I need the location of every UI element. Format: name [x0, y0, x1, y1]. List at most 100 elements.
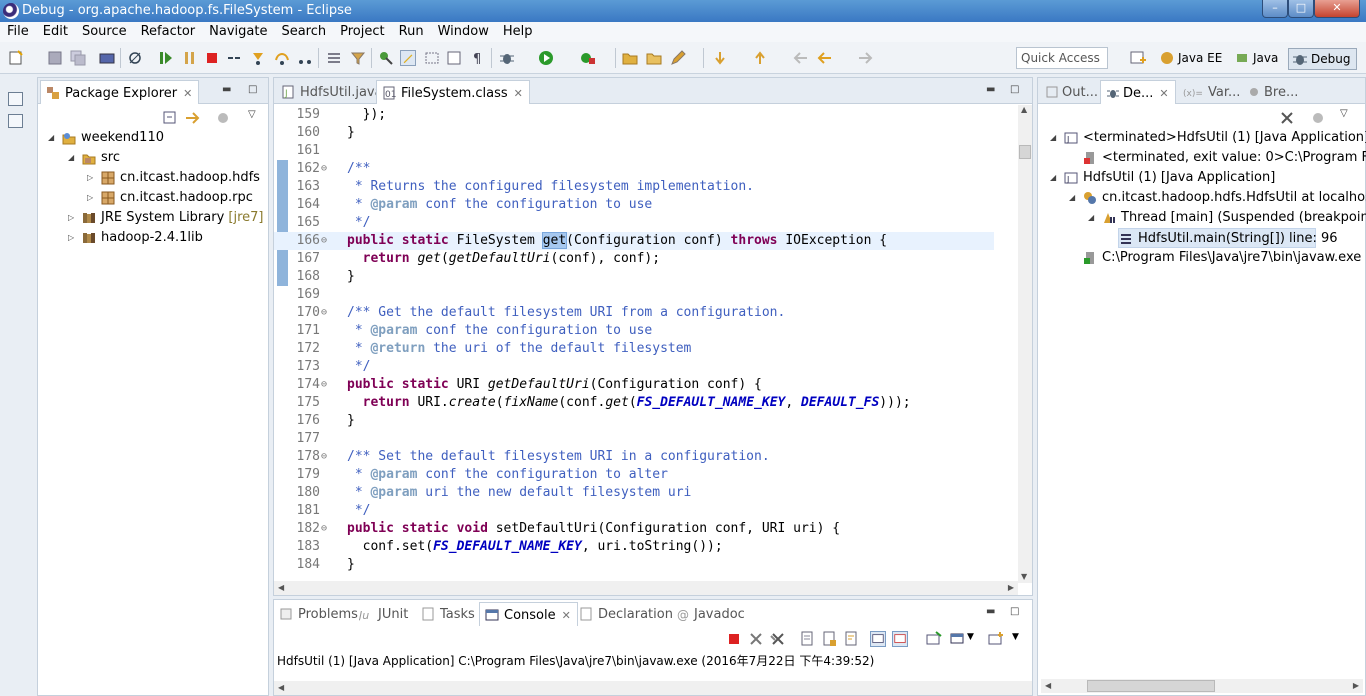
last-edit-icon[interactable]	[793, 50, 809, 66]
scroll-down-icon[interactable]: ▼	[1021, 572, 1027, 581]
code-line[interactable]: 164 * @param conf the configuration to u…	[274, 196, 994, 214]
code-line[interactable]: 162 ⊖ /**	[274, 160, 994, 178]
chevron-right-icon[interactable]: ▷	[68, 228, 74, 248]
code-line[interactable]: 169	[274, 286, 994, 304]
minimize-icon[interactable]: ▬	[222, 85, 232, 95]
view-menu-filter-icon[interactable]	[1311, 110, 1327, 126]
code-line[interactable]: 175 return URI.create(fixName(conf.get(F…	[274, 394, 994, 412]
code-line[interactable]: 166 ⊖ public static FileSystem get(Configu…	[274, 232, 994, 250]
close-icon[interactable]: ✕	[562, 609, 571, 622]
code-line[interactable]: 172 * @return the uri of the default fil…	[274, 340, 994, 358]
close-icon[interactable]: ✕	[1159, 87, 1168, 100]
fold-toggle-icon[interactable]: ⊖	[321, 304, 327, 322]
step-over-icon[interactable]	[274, 50, 290, 66]
editor-horizontal-scrollbar[interactable]: ◀ ▶	[274, 581, 1018, 595]
code-line[interactable]: 176}	[274, 412, 994, 430]
new-icon[interactable]	[8, 50, 24, 66]
fold-toggle-icon[interactable]: ⊖	[321, 520, 327, 538]
scroll-thumb[interactable]	[1087, 680, 1215, 692]
save-icon[interactable]	[47, 50, 63, 66]
link-with-editor-icon[interactable]	[184, 111, 200, 125]
code-line[interactable]: 160}	[274, 124, 994, 142]
tab-filesystem-class[interactable]: 01 FileSystem.class ✕	[376, 80, 530, 104]
chevron-right-icon[interactable]: ▷	[87, 168, 93, 188]
scroll-thumb[interactable]	[1019, 145, 1031, 159]
code-line[interactable]: 178 ⊖ /** Set the default filesystem URI i…	[274, 448, 994, 466]
chevron-down-icon[interactable]: ◢	[68, 148, 74, 168]
code-line[interactable]: 171 * @param conf the configuration to u…	[274, 322, 994, 340]
menu-refactor[interactable]: Refactor	[134, 22, 203, 39]
debug-tree-stack-frame[interactable]: HdfsUtil.main(String[]) line: 96	[1118, 228, 1338, 248]
scroll-right-icon[interactable]: ▶	[1353, 681, 1359, 690]
view-menu-icon[interactable]: ▽	[248, 109, 256, 120]
forward-icon[interactable]	[857, 50, 873, 66]
minimize-icon[interactable]: ▬	[986, 607, 996, 617]
tab-javadoc[interactable]: @ Javadoc	[670, 602, 751, 626]
external-tools-icon[interactable]	[579, 50, 595, 66]
menu-file[interactable]: File	[0, 22, 36, 39]
menu-project[interactable]: Project	[333, 22, 391, 39]
editor-vertical-scrollbar[interactable]: ▲ ▼	[1018, 105, 1032, 583]
use-step-filters-icon[interactable]	[350, 50, 366, 66]
scroll-left-icon[interactable]: ◀	[278, 583, 284, 592]
code-line[interactable]: 180 * @param uri the new default filesys…	[274, 484, 994, 502]
suspend-icon[interactable]	[182, 50, 198, 66]
pen-icon[interactable]	[670, 50, 686, 66]
show-console-stdout-icon[interactable]	[870, 631, 886, 647]
tab-variables[interactable]: (x)= Var...	[1178, 80, 1246, 104]
remove-launch-icon[interactable]	[748, 631, 764, 647]
close-button[interactable]: ✕	[1314, 0, 1360, 18]
tab-outline[interactable]: Out...	[1040, 80, 1104, 104]
close-icon[interactable]: ✕	[514, 87, 523, 100]
fold-toggle-icon[interactable]: ⊖	[321, 160, 327, 178]
scroll-left-icon[interactable]: ◀	[278, 683, 284, 692]
maximize-button[interactable]: □	[1288, 0, 1314, 18]
scroll-right-icon[interactable]: ▶	[1008, 583, 1014, 592]
disconnect-icon[interactable]	[226, 50, 242, 66]
code-line[interactable]: 167 return get(getDefaultUri(conf), conf…	[274, 250, 994, 268]
word-wrap-console-icon[interactable]	[844, 631, 860, 647]
close-icon[interactable]: ✕	[183, 87, 192, 100]
debug-icon[interactable]	[499, 50, 515, 66]
maximize-icon[interactable]: □	[1010, 85, 1020, 95]
chevron-right-icon[interactable]: ▷	[68, 208, 74, 228]
code-line[interactable]: 165 */	[274, 214, 994, 232]
code-line[interactable]: 177	[274, 430, 994, 448]
code-line[interactable]: 173 */	[274, 358, 994, 376]
pin-console-icon[interactable]	[926, 631, 942, 647]
code-line[interactable]: 163 * Returns the configured filesystem …	[274, 178, 994, 196]
back-icon[interactable]	[817, 50, 833, 66]
scroll-left-icon[interactable]: ◀	[1045, 681, 1051, 690]
tab-console[interactable]: Console ✕	[479, 602, 578, 626]
new-java-project-icon[interactable]	[622, 50, 638, 66]
hierarchy-icon[interactable]	[8, 114, 23, 128]
perspective-java[interactable]: Java	[1231, 48, 1278, 70]
perspective-debug[interactable]: Debug	[1288, 48, 1358, 70]
save-all-icon[interactable]	[70, 50, 86, 66]
run-icon[interactable]	[538, 50, 554, 66]
code-line[interactable]: 170 ⊖ /** Get the default filesystem URI f…	[274, 304, 994, 322]
tab-hdfsutil-java[interactable]: J HdfsUtil.java	[276, 80, 389, 104]
chevron-down-icon[interactable]: ▼	[1012, 632, 1019, 642]
menu-search[interactable]: Search	[274, 22, 333, 39]
console-horizontal-scrollbar[interactable]: ◀	[274, 681, 1032, 695]
show-whitespace-icon[interactable]: ¶	[470, 50, 486, 66]
chevron-down-icon[interactable]: ◢	[1050, 168, 1056, 188]
show-console-stderr-icon[interactable]	[892, 631, 908, 647]
code-line[interactable]: 174 ⊖ public static URI getDefaultUri(Conf…	[274, 376, 994, 394]
fold-toggle-icon[interactable]: ⊖	[321, 376, 327, 394]
view-menu-filter-icon[interactable]	[216, 111, 232, 125]
step-into-icon[interactable]	[250, 50, 266, 66]
maximize-icon[interactable]: □	[1010, 607, 1020, 617]
tab-breakpoints[interactable]: Bre...	[1242, 80, 1304, 104]
scroll-lock-icon[interactable]	[822, 631, 838, 647]
open-console-icon[interactable]	[988, 631, 1004, 647]
code-line[interactable]: 179 * @param conf the configuration to a…	[274, 466, 994, 484]
code-line[interactable]: 159 });	[274, 106, 994, 124]
open-folder-icon[interactable]	[646, 50, 662, 66]
menu-run[interactable]: Run	[392, 22, 431, 39]
open-type-icon[interactable]	[378, 50, 394, 66]
terminate-icon[interactable]	[726, 631, 742, 647]
quick-access-field[interactable]: Quick Access	[1016, 47, 1108, 69]
code-line[interactable]: 181 */	[274, 502, 994, 520]
